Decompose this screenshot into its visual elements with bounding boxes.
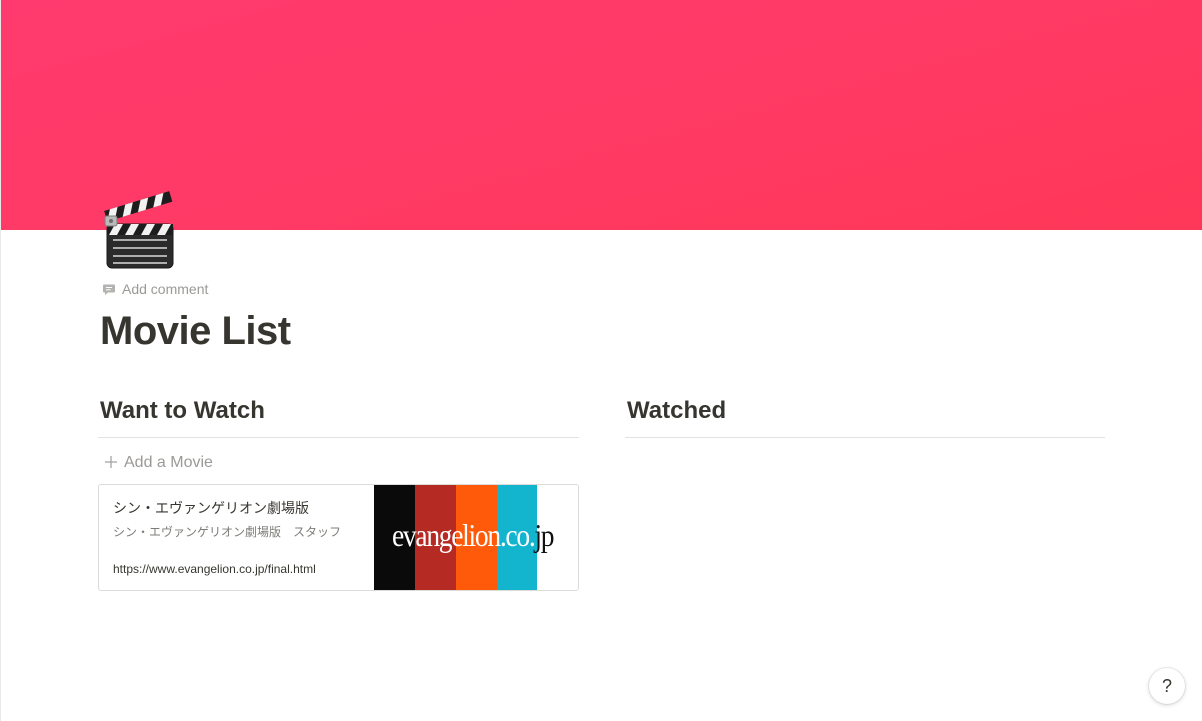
bookmark-title: シン・エヴァンゲリオン劇場版 — [113, 500, 309, 516]
plus-icon — [104, 453, 118, 473]
column-heading[interactable]: Watched — [625, 393, 1105, 429]
bookmark-card[interactable]: シン・エヴァンゲリオン劇場版 シン・エヴァンゲリオン劇場版 スタッフ https… — [98, 484, 579, 591]
bookmark-thumbnail: evangelion.co.jp — [374, 485, 578, 590]
board-column-watched: Watched — [625, 393, 1105, 438]
bookmark-url: https://www.evangelion.co.jp/final.html — [113, 562, 316, 576]
column-divider — [98, 437, 579, 438]
add-movie-button[interactable]: Add a Movie — [98, 452, 579, 474]
column-divider — [625, 437, 1105, 438]
column-heading[interactable]: Want to Watch — [98, 393, 579, 429]
bookmark-description: シン・エヴァンゲリオン劇場版 スタッフ — [113, 525, 342, 539]
evangelion-logo: evangelion.co.jp — [392, 513, 555, 557]
bookmark-text: シン・エヴァンゲリオン劇場版 シン・エヴァンゲリオン劇場版 スタッフ https… — [99, 485, 374, 590]
logo-text-dark: jp — [534, 517, 554, 553]
add-movie-label: Add a Movie — [124, 454, 213, 471]
board-column-want-to-watch: Want to Watch Add a Movie シン・エヴァンゲリオン劇場版… — [98, 393, 579, 591]
page-cover[interactable] — [1, 0, 1202, 230]
clapper-board-icon[interactable] — [101, 190, 181, 272]
logo-text-light: evangelion.co. — [392, 517, 536, 553]
comment-icon — [102, 282, 116, 296]
add-comment-label: Add comment — [122, 281, 209, 297]
help-button[interactable]: ? — [1149, 668, 1185, 704]
notion-page: Add comment Movie List Want to Watch Add… — [0, 0, 1202, 721]
add-comment-button[interactable]: Add comment — [102, 279, 208, 299]
page-title[interactable]: Movie List — [100, 305, 291, 357]
